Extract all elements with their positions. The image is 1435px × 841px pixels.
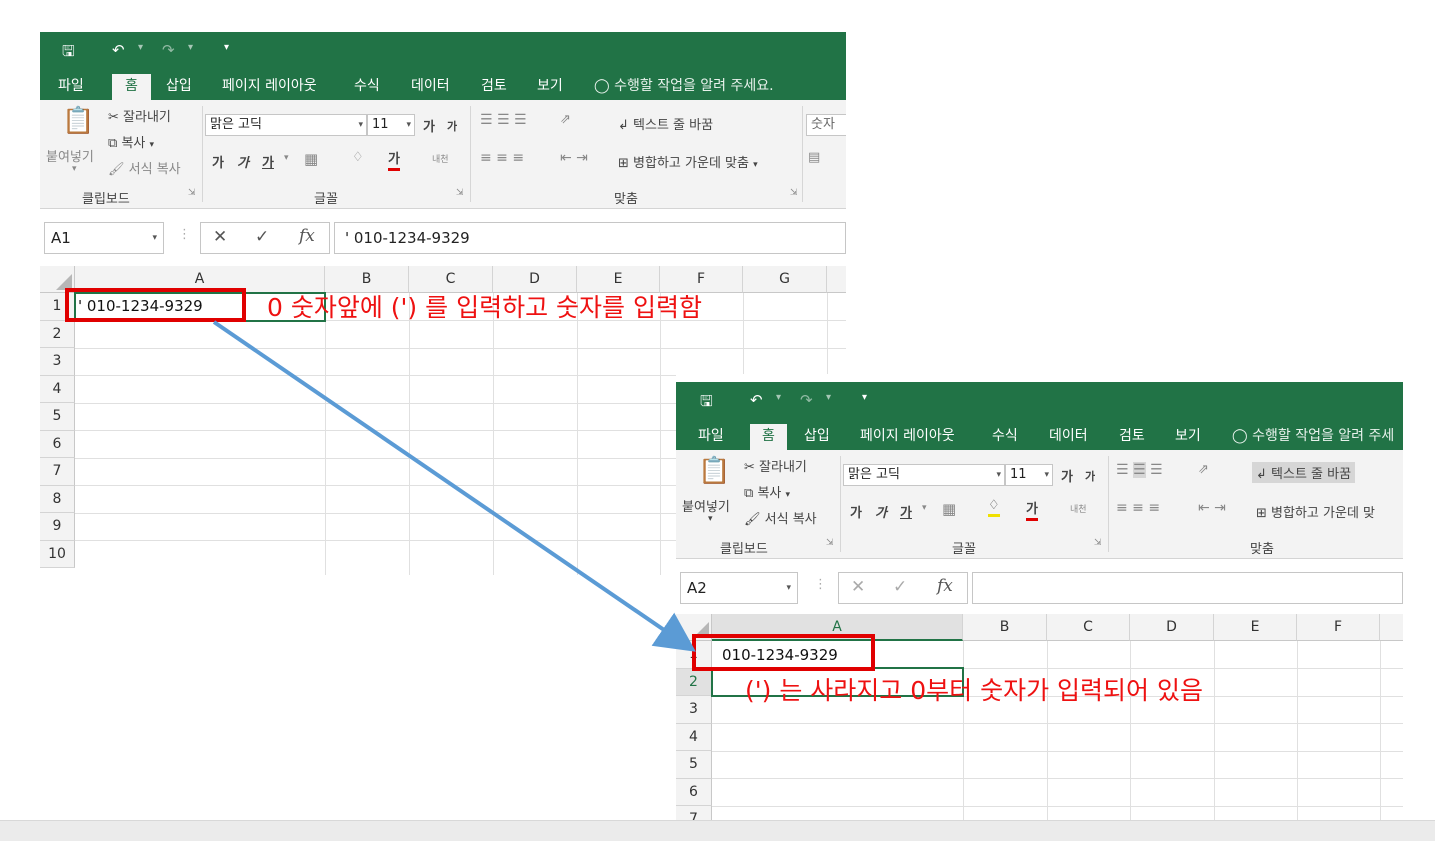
arrow-connector (212, 320, 696, 652)
bottom-bar (0, 820, 1435, 841)
arrow-line (212, 320, 696, 652)
